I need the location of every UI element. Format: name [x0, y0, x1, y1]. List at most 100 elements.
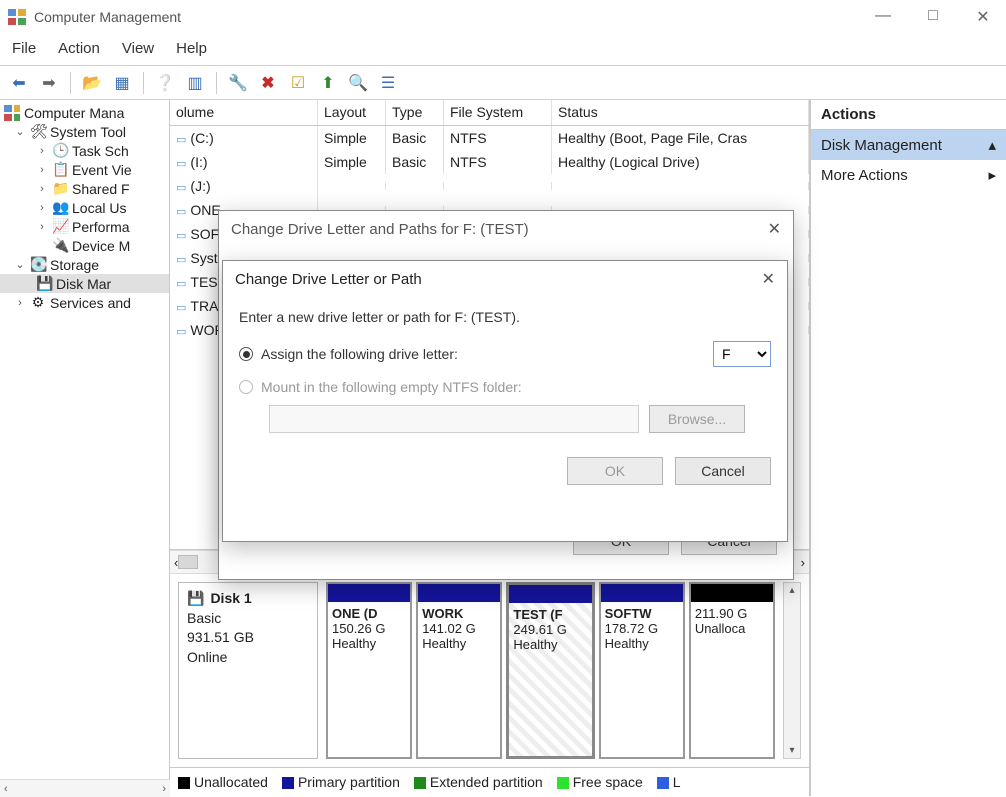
radio-mount-folder[interactable]: Mount in the following empty NTFS folder… — [239, 373, 771, 401]
partition[interactable]: ONE (D150.26 GHealthy — [326, 582, 412, 759]
disk-state: Online — [187, 648, 309, 668]
properties-icon[interactable]: ▦ — [109, 71, 135, 95]
expand-icon[interactable]: › — [36, 221, 48, 233]
partition-status: Unalloca — [691, 621, 773, 640]
services-icon: ⚙ — [30, 294, 46, 311]
dialog-change-letter: Change Drive Letter or Path ✕ Enter a ne… — [222, 260, 788, 542]
legend: Unallocated Primary partition Extended p… — [170, 767, 809, 796]
cell-volume: (J:) — [170, 174, 318, 198]
tree-item[interactable]: ›🕒Task Sch — [0, 141, 169, 160]
tree-item[interactable]: 🔌Device M — [0, 236, 169, 255]
partition-size: 141.02 G — [418, 621, 500, 636]
partition[interactable]: 211.90 GUnalloca — [689, 582, 775, 759]
partition-status: Healthy — [601, 636, 683, 655]
settings-icon[interactable]: 🔧 — [225, 71, 251, 95]
search-icon[interactable]: 🔍 — [345, 71, 371, 95]
actions-more[interactable]: More Actions ▸ — [811, 160, 1006, 190]
computer-icon — [4, 105, 20, 121]
drive-letter-select[interactable]: F — [713, 341, 771, 367]
dialog-title[interactable]: Change Drive Letter or Path ✕ — [223, 261, 787, 297]
dialog-title-text: Change Drive Letter and Paths for F: (TE… — [231, 221, 529, 238]
action-up-icon[interactable]: ⬆ — [315, 71, 341, 95]
tree-item-icon: 📁 — [52, 180, 68, 197]
partition[interactable]: TEST (F249.61 GHealthy — [506, 582, 594, 759]
radio-icon[interactable] — [239, 380, 253, 394]
menu-file[interactable]: File — [12, 40, 36, 57]
tree-item-icon: 👥 — [52, 199, 68, 216]
radio-icon[interactable] — [239, 347, 253, 361]
tree-item[interactable]: ›📋Event Vie — [0, 160, 169, 179]
partition[interactable]: WORK141.02 GHealthy — [416, 582, 502, 759]
expand-icon[interactable]: ⌄ — [14, 258, 26, 271]
tree-hscroll[interactable]: ‹› — [0, 779, 170, 796]
cell-fs: NTFS — [444, 126, 552, 150]
cell-volume: (I:) — [170, 150, 318, 174]
collapse-icon[interactable]: ▴ — [988, 136, 996, 154]
tree-system-tools[interactable]: ⌄ 🛠 System Tool — [0, 122, 169, 141]
inner-cancel-button[interactable]: Cancel — [675, 457, 771, 485]
list-icon[interactable]: ☰ — [375, 71, 401, 95]
table-row[interactable]: (C:)SimpleBasicNTFSHealthy (Boot, Page F… — [170, 126, 809, 150]
col-type[interactable]: Type — [386, 100, 444, 125]
expand-icon[interactable]: › — [36, 202, 48, 214]
close-icon[interactable]: ✕ — [768, 219, 781, 239]
expand-icon[interactable]: › — [14, 297, 26, 309]
cell-layout — [318, 182, 386, 190]
maximize-button[interactable]: □ — [918, 7, 948, 27]
dialog-prompt: Enter a new drive letter or path for F: … — [239, 309, 771, 325]
delete-icon[interactable]: ✖ — [255, 71, 281, 95]
radio-assign-letter[interactable]: Assign the following drive letter: F — [239, 335, 771, 373]
col-filesystem[interactable]: File System — [444, 100, 552, 125]
partition-stripe — [601, 584, 683, 602]
close-icon[interactable]: ✕ — [762, 269, 775, 289]
tree-item-label: Shared F — [72, 181, 130, 197]
menu-action[interactable]: Action — [58, 40, 100, 57]
folder-up-icon[interactable]: 📂 — [79, 71, 105, 95]
cell-fs — [444, 182, 552, 190]
disk-label: Disk 1 — [210, 589, 251, 609]
menu-help[interactable]: Help — [176, 40, 207, 57]
col-status[interactable]: Status — [552, 100, 809, 125]
volume-header: olume Layout Type File System Status — [170, 100, 809, 126]
expand-icon[interactable]: › — [36, 164, 48, 176]
legend-logical: L — [673, 774, 681, 790]
tree-item[interactable]: › 📁Shared F — [0, 179, 169, 198]
nav-tree[interactable]: Computer Mana ⌄ 🛠 System Tool ›🕒Task Sch… — [0, 100, 170, 796]
tree-item[interactable]: ›👥Local Us — [0, 198, 169, 217]
refresh-icon[interactable]: ▥ — [182, 71, 208, 95]
back-icon[interactable]: ⬅ — [6, 71, 32, 95]
tree-services[interactable]: › ⚙ Services and — [0, 293, 169, 312]
tree-storage[interactable]: ⌄ 💽 Storage — [0, 255, 169, 274]
minimize-button[interactable]: — — [868, 7, 898, 27]
partition-name: ONE (D — [328, 602, 410, 621]
toolbar: ⬅ ➡ 📂 ▦ ❔ ▥ 🔧 ✖ ☑ ⬆ 🔍 ☰ — [0, 66, 1006, 100]
tree-item-label: Device M — [72, 238, 130, 254]
expand-icon[interactable]: › — [36, 145, 48, 157]
actions-pane: Actions Disk Management ▴ More Actions ▸ — [810, 100, 1006, 796]
menu-view[interactable]: View — [122, 40, 154, 57]
col-layout[interactable]: Layout — [318, 100, 386, 125]
partition[interactable]: SOFTW178.72 GHealthy — [599, 582, 685, 759]
tree-item-icon: 🔌 — [52, 237, 68, 254]
expand-icon[interactable]: › — [36, 183, 48, 195]
dialog-title: Change Drive Letter and Paths for F: (TE… — [219, 211, 793, 247]
tree-item[interactable]: ›📈Performa — [0, 217, 169, 236]
tree-root-label: Computer Mana — [24, 105, 124, 121]
forward-icon[interactable]: ➡ — [36, 71, 62, 95]
table-row[interactable]: (I:)SimpleBasicNTFSHealthy (Logical Driv… — [170, 150, 809, 174]
col-volume[interactable]: olume — [170, 100, 318, 125]
actions-diskmgmt[interactable]: Disk Management ▴ — [811, 130, 1006, 160]
help-icon[interactable]: ❔ — [152, 71, 178, 95]
table-row[interactable]: (J:) — [170, 174, 809, 198]
check-icon[interactable]: ☑ — [285, 71, 311, 95]
disk-info[interactable]: 💾Disk 1 Basic 931.51 GB Online — [178, 582, 318, 759]
tree-item-label: Task Sch — [72, 143, 129, 159]
browse-button: Browse... — [649, 405, 745, 433]
close-button[interactable]: ✕ — [968, 7, 998, 27]
scroll-thumb[interactable] — [178, 555, 198, 569]
tree-disk-management[interactable]: 💾 Disk Mar — [0, 274, 169, 293]
expand-icon[interactable]: ⌄ — [14, 125, 26, 138]
disk-vscroll[interactable]: ▴▾ — [783, 582, 801, 759]
dialog-title-text: Change Drive Letter or Path — [235, 271, 422, 288]
tree-root[interactable]: Computer Mana — [0, 104, 169, 122]
